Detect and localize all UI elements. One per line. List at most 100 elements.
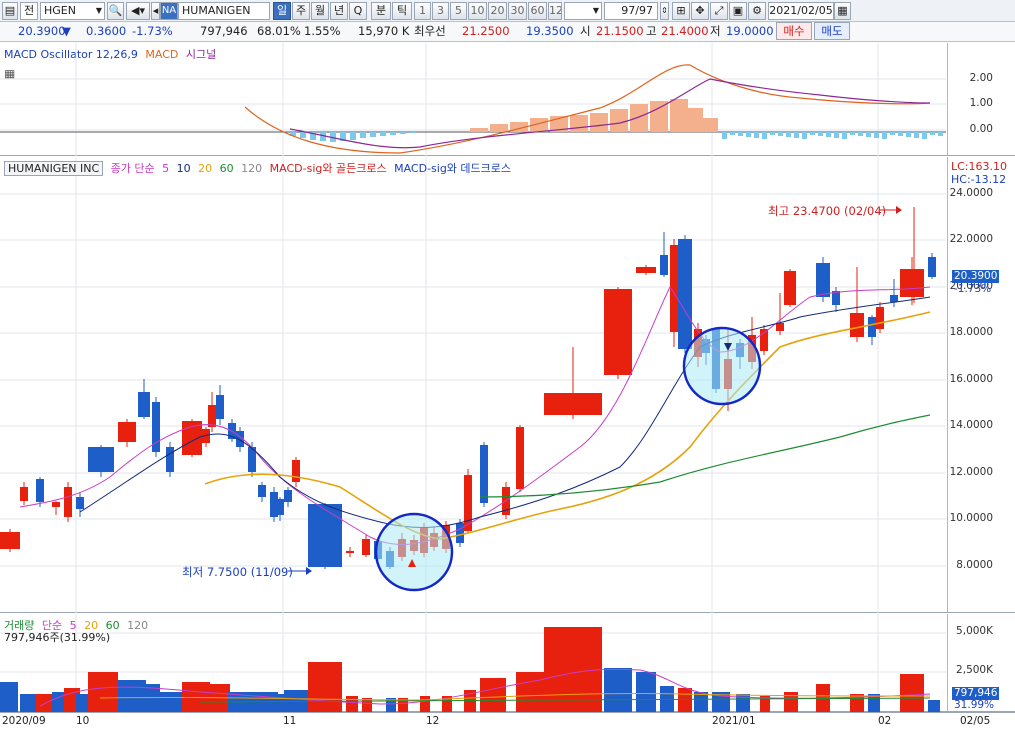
price-panel[interactable]: HUMANIGEN INC 종가 단순 5 10 20 60 120 MACD-…	[0, 157, 1015, 613]
macd-histogram-bar	[410, 132, 416, 133]
macd-histogram-bar	[786, 132, 791, 137]
tab-period-month[interactable]: 월	[311, 2, 329, 20]
candle-body	[660, 255, 668, 275]
search-icon[interactable]: 🔍	[107, 2, 124, 20]
change-percent: -1.73%	[132, 24, 173, 38]
volume-bar	[420, 696, 430, 712]
macd-panel[interactable]: MACD Oscillator 12,26,9 MACD 시그널 ▦ 2.00 …	[0, 43, 1015, 156]
market-type-select[interactable]: 전	[20, 2, 38, 20]
candle-body	[216, 395, 224, 419]
interval-120[interactable]: 120	[548, 2, 562, 20]
candle-body	[678, 239, 692, 349]
candle-body	[604, 289, 632, 375]
macd-histogram-bar	[470, 128, 488, 132]
tab-tick[interactable]: 틱	[392, 2, 412, 20]
macd-histogram-bar	[390, 132, 396, 135]
candle-body	[816, 263, 830, 297]
volume-bar	[480, 678, 506, 712]
interval-30[interactable]: 30	[508, 2, 527, 20]
save-icon[interactable]: ▣	[729, 2, 747, 20]
candle-body	[118, 422, 136, 442]
chevron-down-icon[interactable]: ▼	[96, 3, 102, 19]
trade-amount: 15,970 K	[358, 24, 410, 38]
interval-5[interactable]: 5	[450, 2, 467, 20]
low-arrow-icon	[306, 567, 312, 575]
volume-ma120: 120	[127, 619, 149, 632]
calendar-icon[interactable]: ▦	[834, 2, 851, 20]
macd-histogram-bar	[610, 109, 628, 132]
ma20-label: 20	[198, 162, 213, 175]
prev-symbol-icon[interactable]: ◂	[151, 2, 160, 20]
macd-histogram-bar	[802, 132, 807, 139]
volume-bar	[928, 700, 940, 712]
macd-histogram-bar	[650, 101, 668, 132]
price-ytick: 24.0000	[949, 187, 993, 199]
macd-histogram-bar	[874, 132, 879, 138]
macd-histogram-bar	[722, 132, 727, 139]
candle-body	[850, 313, 864, 337]
price-change: 0.3600	[86, 24, 127, 38]
volume-bar	[604, 668, 632, 712]
candle-body	[362, 539, 370, 555]
macd-histogram-bar	[922, 132, 927, 139]
macd-histogram-bar	[370, 132, 376, 137]
date-input[interactable]: 2021/02/05	[768, 2, 834, 20]
tab-period-quarter[interactable]: Q	[349, 2, 367, 20]
macd-histogram-bar	[794, 132, 799, 138]
macd-plot[interactable]	[0, 43, 946, 156]
interval-3[interactable]: 3	[432, 2, 449, 20]
tab-period-week[interactable]: 주	[292, 2, 310, 20]
data-count[interactable]: 97/97	[604, 2, 658, 20]
tab-period-year[interactable]: 년	[330, 2, 348, 20]
volume-bar	[308, 662, 342, 712]
symbol-box[interactable]: HUMANIGEN INC	[4, 161, 104, 176]
macd-histogram-bar	[350, 132, 356, 140]
macd-histogram-bar	[866, 132, 871, 137]
volume-bar	[0, 682, 18, 712]
company-name: HUMANIGEN INC	[178, 2, 270, 33]
tab-minute[interactable]: 분	[371, 2, 391, 20]
interval-input[interactable]: ▼	[564, 2, 602, 20]
tab-period-day[interactable]: 일	[273, 2, 291, 20]
price-ytick: 8.0000	[956, 559, 993, 571]
buy-button[interactable]: 매수	[776, 22, 812, 40]
chart-menu-icon[interactable]: ▤	[2, 2, 18, 20]
high-annotation: 최고 23.4700 (02/04)	[768, 204, 887, 218]
price-ytick: 18.0000	[949, 326, 993, 338]
macd-histogram-bar	[882, 132, 887, 139]
candle-body	[346, 551, 354, 553]
price-ytick: 16.0000	[949, 373, 993, 385]
volume-bar	[636, 672, 656, 712]
macd-histogram-bar	[754, 132, 759, 138]
crosshair-icon[interactable]: ✥	[691, 2, 709, 20]
low-annotation: 최저 7.7500 (11/09)	[182, 565, 293, 579]
macd-histogram-bar	[300, 132, 306, 138]
candle-body	[76, 497, 84, 509]
grid-icon[interactable]: ⊞	[672, 2, 690, 20]
toolbar: ▤ 전 HGEN ▼ 🔍 ◀▾ ◂ NA HUMANIGEN INC 일 주 월…	[0, 0, 1015, 33]
priority-label: 최우선	[414, 24, 446, 38]
volume-info: 797,946주(31.99%)	[4, 631, 111, 644]
open-label: 시	[580, 24, 591, 38]
volume-ytick: 5,000K	[956, 625, 993, 637]
macd-histogram-bar	[890, 132, 895, 135]
interval-60[interactable]: 60	[528, 2, 547, 20]
chevron-down-icon[interactable]: ▼	[593, 3, 599, 19]
volume-panel[interactable]: 거래량 단순 5 20 60 120 797,946주(31.99%) 5,00…	[0, 614, 1015, 712]
price-plot[interactable]	[0, 157, 946, 613]
symbol-input[interactable]: HGEN ▼	[40, 2, 105, 20]
macd-histogram-bar	[400, 132, 406, 134]
gear-icon[interactable]: ⚙	[748, 2, 766, 20]
fit-icon[interactable]: ⤢	[710, 2, 728, 20]
interval-1[interactable]: 1	[414, 2, 431, 20]
volume-ratio: 68.01%	[257, 24, 301, 38]
sound-icon[interactable]: ◀▾	[126, 2, 150, 20]
ma-label: 종가 단순	[110, 162, 155, 175]
interval-10[interactable]: 10	[468, 2, 487, 20]
macd-histogram-bar	[778, 132, 783, 136]
macd-histogram-bar	[380, 132, 386, 136]
macd-histogram-bar	[858, 132, 863, 136]
sell-button[interactable]: 매도	[814, 22, 850, 40]
count-spinner[interactable]: ⇕	[660, 2, 669, 20]
interval-20[interactable]: 20	[488, 2, 507, 20]
